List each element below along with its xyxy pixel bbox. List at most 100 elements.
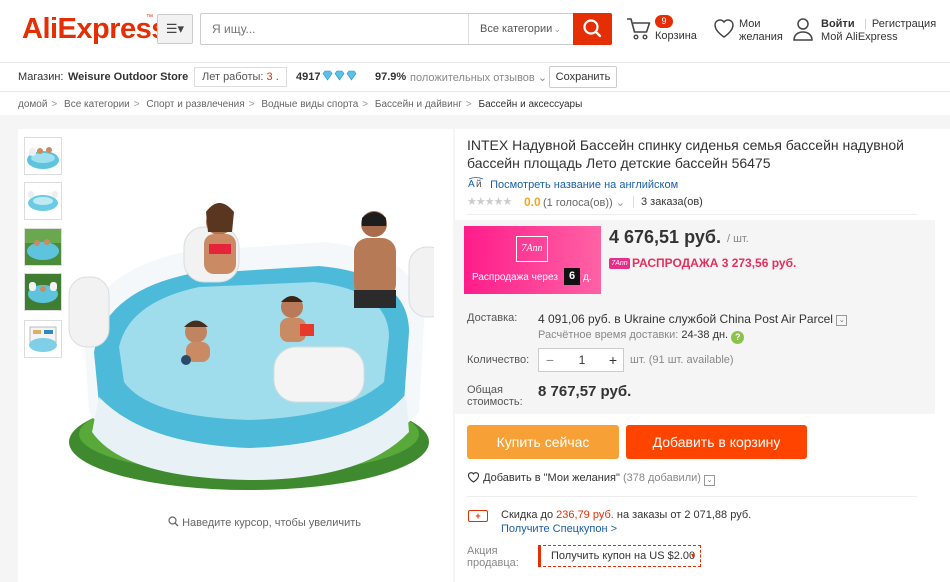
quantity-increase-button[interactable]: + bbox=[603, 349, 623, 371]
add-to-wishlist[interactable]: Добавить в "Мои желания" (378 добавили) … bbox=[467, 471, 715, 486]
price-unit: / шт. bbox=[727, 233, 749, 245]
discount-prefix: Скидка до bbox=[501, 509, 554, 521]
search-button[interactable] bbox=[573, 13, 612, 45]
coupon-icon: + bbox=[468, 510, 488, 522]
menu-icon: ☰▾ bbox=[165, 21, 185, 36]
product-main-image[interactable] bbox=[64, 182, 448, 492]
seller-promo-label-line1: Акция bbox=[467, 545, 498, 557]
breadcrumb-pools[interactable]: Бассейн и аксессуары bbox=[479, 99, 583, 110]
quantity-availability: шт. (91 шт. available) bbox=[630, 354, 734, 366]
buy-now-button[interactable]: Купить сейчас bbox=[467, 425, 619, 459]
wishlist-label-line2[interactable]: желания bbox=[739, 31, 783, 43]
sale-days-counter: 6 bbox=[564, 268, 580, 285]
thumbnail-3[interactable] bbox=[24, 228, 62, 266]
rating-value: 0.0 bbox=[524, 195, 541, 209]
site-header: AliExpress ™ ☰▾ Все категории ⌄ 9 Корзин… bbox=[0, 0, 950, 60]
svg-text:й: й bbox=[476, 179, 482, 190]
chevron-down-icon: ⌄ bbox=[704, 475, 715, 486]
seller-promo-label-line2: продавца: bbox=[467, 557, 519, 569]
separator: | bbox=[864, 18, 867, 30]
store-years-badge: Лет работы: 3 . bbox=[194, 67, 287, 87]
search-input[interactable] bbox=[201, 14, 468, 44]
special-coupon-link[interactable]: Получите Спецкупон > bbox=[501, 523, 617, 535]
rating-row: ★★★★★ 0.0 (1 голоса(ов)) ⌄ 3 заказа(ов) bbox=[467, 195, 917, 213]
thumbnail-4[interactable] bbox=[24, 273, 62, 311]
chevron-down-icon: ⌄ bbox=[553, 24, 561, 34]
quantity-label: Количество: bbox=[467, 354, 530, 366]
votes-text: (1 голоса(ов)) bbox=[543, 197, 613, 209]
help-icon[interactable]: ? bbox=[731, 331, 745, 344]
trademark-mark: ™ bbox=[146, 14, 153, 21]
shipping-label: Доставка: bbox=[467, 312, 518, 324]
heart-icon bbox=[467, 472, 483, 484]
total-label-line2: стоимость: bbox=[467, 396, 523, 408]
store-rating-score[interactable]: 4917 bbox=[296, 71, 320, 83]
discount-offer: Скидка до 236,79 руб. на заказы от 2 071… bbox=[501, 509, 751, 521]
translate-icon: Aй bbox=[467, 177, 490, 191]
feedback-label[interactable]: положительных отзывов ⌄ bbox=[410, 71, 547, 84]
breadcrumb-separator: > bbox=[51, 99, 58, 110]
store-name-link[interactable]: Weisure Outdoor Store bbox=[68, 71, 188, 83]
rating-stars: ★★★★★ bbox=[467, 196, 512, 208]
product-title: INTEX Надувной Бассейн спинку сиденья се… bbox=[467, 137, 904, 171]
get-coupon-button[interactable]: Получить купон на US $2.00 ▾ bbox=[538, 545, 701, 567]
breadcrumb-water-sports[interactable]: Водные виды спорта bbox=[261, 99, 358, 110]
votes-link[interactable]: (1 голоса(ов)) ⌄ bbox=[543, 196, 625, 209]
wishlist-label-line1[interactable]: Мои bbox=[739, 18, 761, 30]
breadcrumb-sport[interactable]: Спорт и развлечения bbox=[146, 99, 244, 110]
thumbnail-5[interactable] bbox=[24, 320, 62, 358]
delivery-estimate-label: Расчётное время доставки: bbox=[538, 329, 679, 341]
breadcrumb-separator: > bbox=[362, 99, 369, 110]
cart-icon bbox=[627, 18, 651, 40]
breadcrumb-home[interactable]: домой bbox=[18, 99, 47, 110]
chevron-down-icon: ⌄ bbox=[615, 197, 625, 209]
quantity-decrease-button[interactable]: − bbox=[539, 349, 561, 371]
breadcrumb-separator: > bbox=[465, 99, 472, 110]
quantity-stepper: − 1 + bbox=[538, 348, 624, 372]
discount-amount: 236,79 руб. bbox=[556, 509, 614, 521]
category-menu-button[interactable]: ☰▾ bbox=[157, 14, 193, 44]
my-aliexpress-link[interactable]: Мой AliExpress bbox=[821, 31, 898, 43]
zoom-hint-text: Наведите курсор, чтобы увеличить bbox=[182, 517, 361, 529]
years-label: Лет работы: bbox=[202, 71, 264, 83]
magnifier-icon bbox=[168, 516, 182, 529]
total-price: 8 767,57 руб. bbox=[538, 383, 632, 400]
register-link[interactable]: | Регистрация bbox=[864, 18, 936, 30]
english-title-link-text: Посмотреть название на английском bbox=[490, 179, 679, 191]
add-to-wishlist-label: Добавить в "Мои желания" bbox=[483, 472, 620, 484]
user-icon bbox=[793, 18, 813, 41]
divider bbox=[467, 214, 917, 215]
thumbnail-1[interactable] bbox=[24, 137, 62, 175]
total-label-line1: Общая bbox=[467, 384, 503, 396]
get-coupon-label: Получить купон на US $2.00 bbox=[551, 550, 696, 562]
diamond-icon bbox=[322, 70, 358, 84]
add-to-cart-button[interactable]: Добавить в корзину bbox=[626, 425, 807, 459]
account-link[interactable] bbox=[792, 16, 814, 45]
thumbnail-2[interactable] bbox=[24, 182, 62, 220]
english-title-link[interactable]: Aй Посмотреть название на английском bbox=[467, 177, 678, 191]
quantity-input[interactable]: 1 bbox=[561, 349, 603, 371]
wishlist-count: (378 добавили) bbox=[622, 472, 701, 484]
search-bar: Все категории ⌄ bbox=[200, 13, 612, 45]
register-label: Регистрация bbox=[871, 18, 937, 30]
breadcrumb-all-categories[interactable]: Все категории bbox=[64, 99, 130, 110]
sale-price: РАСПРОДАЖА 3 273,56 руб. bbox=[632, 256, 797, 270]
zoom-hint: Наведите курсор, чтобы увеличить bbox=[168, 516, 361, 529]
years-value: 3 bbox=[266, 71, 273, 83]
breadcrumb-separator: > bbox=[248, 99, 255, 110]
login-link[interactable]: Войти bbox=[821, 18, 855, 30]
save-store-button[interactable]: Сохранить bbox=[549, 66, 617, 88]
orders-count: 3 заказа(ов) bbox=[633, 196, 703, 208]
shipping-method-text: 4 091,06 руб. в Ukraine службой China Po… bbox=[538, 312, 833, 326]
shipping-method-select[interactable]: 4 091,06 руб. в Ukraine службой China Po… bbox=[538, 312, 848, 326]
chevron-down-icon: ⌄ bbox=[836, 315, 848, 326]
breadcrumb-pool-diving[interactable]: Бассейн и дайвинг bbox=[375, 99, 462, 110]
chevron-down-icon: ⌄ bbox=[537, 72, 548, 84]
product-price: 4 676,51 руб. bbox=[609, 227, 721, 247]
category-select[interactable]: Все категории ⌄ bbox=[468, 14, 573, 44]
divider bbox=[467, 496, 917, 497]
breadcrumb-separator: > bbox=[133, 99, 140, 110]
store-bar: Магазин: Weisure Outdoor Store Лет работ… bbox=[0, 62, 950, 92]
wishlist-link[interactable] bbox=[712, 16, 736, 43]
cart-label[interactable]: Корзина bbox=[655, 30, 697, 42]
